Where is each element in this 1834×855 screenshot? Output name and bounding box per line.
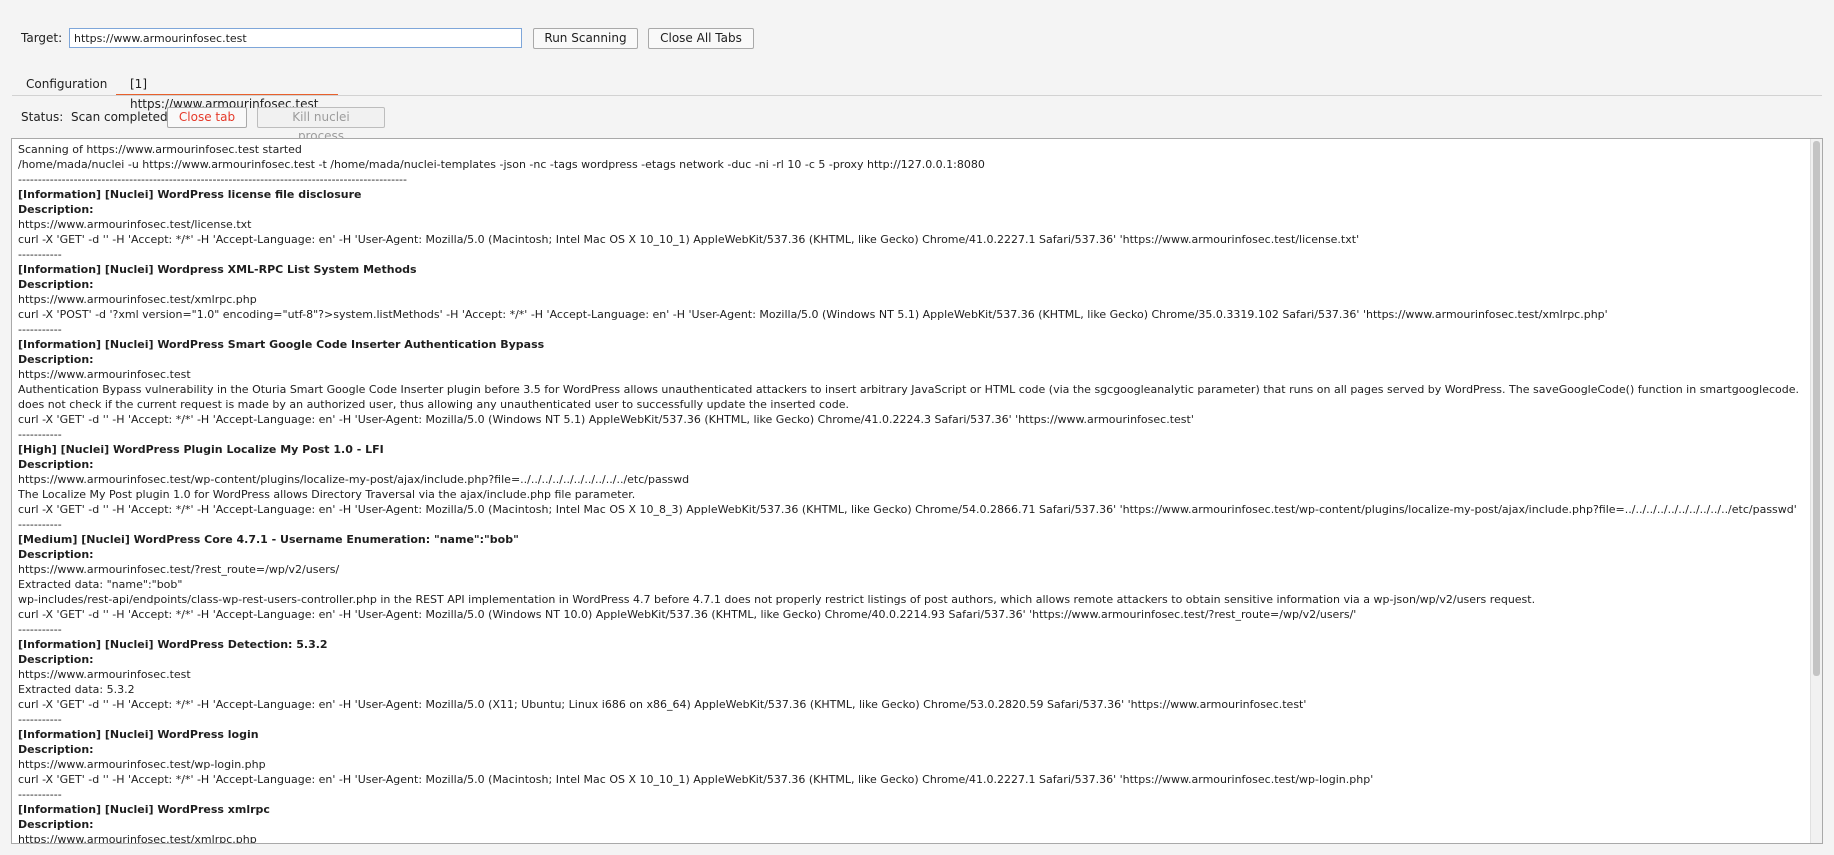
output-line: https://www.armourinfosec.test/?rest_rou… — [18, 563, 340, 576]
output-line: curl -X 'POST' -d '?xml version="1.0" en… — [18, 308, 1608, 321]
output-line: ----------- — [18, 788, 62, 801]
output-line: curl -X 'GET' -d '' -H 'Accept: */*' -H … — [18, 503, 1797, 516]
target-label: Target: — [21, 31, 63, 45]
output-line: https://www.armourinfosec.test/xmlrpc.ph… — [18, 833, 257, 844]
output-heading-line: Description: — [18, 353, 94, 366]
output-line: wp-includes/rest-api/endpoints/class-wp-… — [18, 593, 1536, 606]
output-line: curl -X 'GET' -d '' -H 'Accept: */*' -H … — [18, 233, 1360, 246]
output-heading-line: Description: — [18, 458, 94, 471]
tab-configuration[interactable]: Configuration — [12, 74, 112, 96]
output-line: ----------- — [18, 248, 62, 261]
tab-bar: Configuration [1] https://www.armourinfo… — [12, 74, 1822, 111]
output-line: https://www.armourinfosec.test/wp-conten… — [18, 473, 690, 486]
output-heading-line: Description: — [18, 203, 94, 216]
output-line: Scanning of https://www.armourinfosec.te… — [18, 143, 302, 156]
output-line: curl -X 'GET' -d '' -H 'Accept: */*' -H … — [18, 608, 1357, 621]
output-line: https://www.armourinfosec.test — [18, 368, 191, 381]
output-heading-line: [Information] [Nuclei] WordPress Detecti… — [18, 638, 328, 651]
output-heading-line: [Information] [Nuclei] WordPress license… — [18, 188, 362, 201]
scan-output-text: Scanning of https://www.armourinfosec.te… — [18, 142, 1798, 844]
output-heading-line: Description: — [18, 743, 94, 756]
output-heading-line: [Medium] [Nuclei] WordPress Core 4.7.1 -… — [18, 533, 519, 546]
output-heading-line: [Information] [Nuclei] WordPress login — [18, 728, 259, 741]
tab-scan-result[interactable]: [1] https://www.armourinfosec.test — [116, 74, 338, 111]
output-line: ----------- — [18, 623, 62, 636]
close-all-tabs-button[interactable]: Close All Tabs — [648, 28, 754, 49]
output-line: does not check if the current request is… — [18, 398, 850, 411]
output-line: ----------- — [18, 323, 62, 336]
output-heading-line: [Information] [Nuclei] WordPress xmlrpc — [18, 803, 270, 816]
output-line: /home/mada/nuclei -u https://www.armouri… — [18, 158, 985, 171]
target-input[interactable] — [69, 28, 522, 48]
target-bar: Target: Run Scanning Close All Tabs — [0, 0, 1834, 70]
output-line: Authentication Bypass vulnerability in t… — [18, 383, 1798, 396]
output-line: https://www.armourinfosec.test — [18, 668, 191, 681]
output-line: The Localize My Post plugin 1.0 for Word… — [18, 488, 636, 501]
output-heading-line: Description: — [18, 548, 94, 561]
output-line: ----------------------------------------… — [18, 173, 407, 186]
output-line: Extracted data: "name":"bob" — [18, 578, 183, 591]
output-line: ----------- — [18, 518, 62, 531]
output-line: ----------- — [18, 428, 62, 441]
output-heading-line: Description: — [18, 818, 94, 831]
output-heading-line: [Information] [Nuclei] Wordpress XML-RPC… — [18, 263, 417, 276]
output-line: curl -X 'GET' -d '' -H 'Accept: */*' -H … — [18, 413, 1194, 426]
status-label: Status: — [21, 110, 64, 124]
output-heading-line: Description: — [18, 278, 94, 291]
status-value: Scan completed — [71, 110, 168, 124]
output-scrollbar[interactable] — [1810, 139, 1822, 843]
tab-bar-divider — [12, 95, 1822, 96]
output-line: https://www.armourinfosec.test/xmlrpc.ph… — [18, 293, 257, 306]
status-row: Status: Scan completed Close tab Kill nu… — [0, 106, 1834, 143]
output-line: curl -X 'GET' -d '' -H 'Accept: */*' -H … — [18, 698, 1307, 711]
scan-output-panel[interactable]: Scanning of https://www.armourinfosec.te… — [11, 138, 1823, 844]
output-line: https://www.armourinfosec.test/license.t… — [18, 218, 252, 231]
close-tab-button[interactable]: Close tab — [167, 107, 247, 128]
output-line: curl -X 'GET' -d '' -H 'Accept: */*' -H … — [18, 773, 1374, 786]
output-line: ----------- — [18, 713, 62, 726]
kill-nuclei-process-button[interactable]: Kill nuclei process — [257, 107, 385, 143]
output-scrollbar-thumb[interactable] — [1813, 141, 1820, 676]
output-heading-line: [High] [Nuclei] WordPress Plugin Localiz… — [18, 443, 384, 456]
output-line: Extracted data: 5.3.2 — [18, 683, 135, 696]
run-scanning-button[interactable]: Run Scanning — [533, 28, 638, 49]
output-line: https://www.armourinfosec.test/wp-login.… — [18, 758, 266, 771]
output-heading-line: [Information] [Nuclei] WordPress Smart G… — [18, 338, 545, 351]
output-heading-line: Description: — [18, 653, 94, 666]
